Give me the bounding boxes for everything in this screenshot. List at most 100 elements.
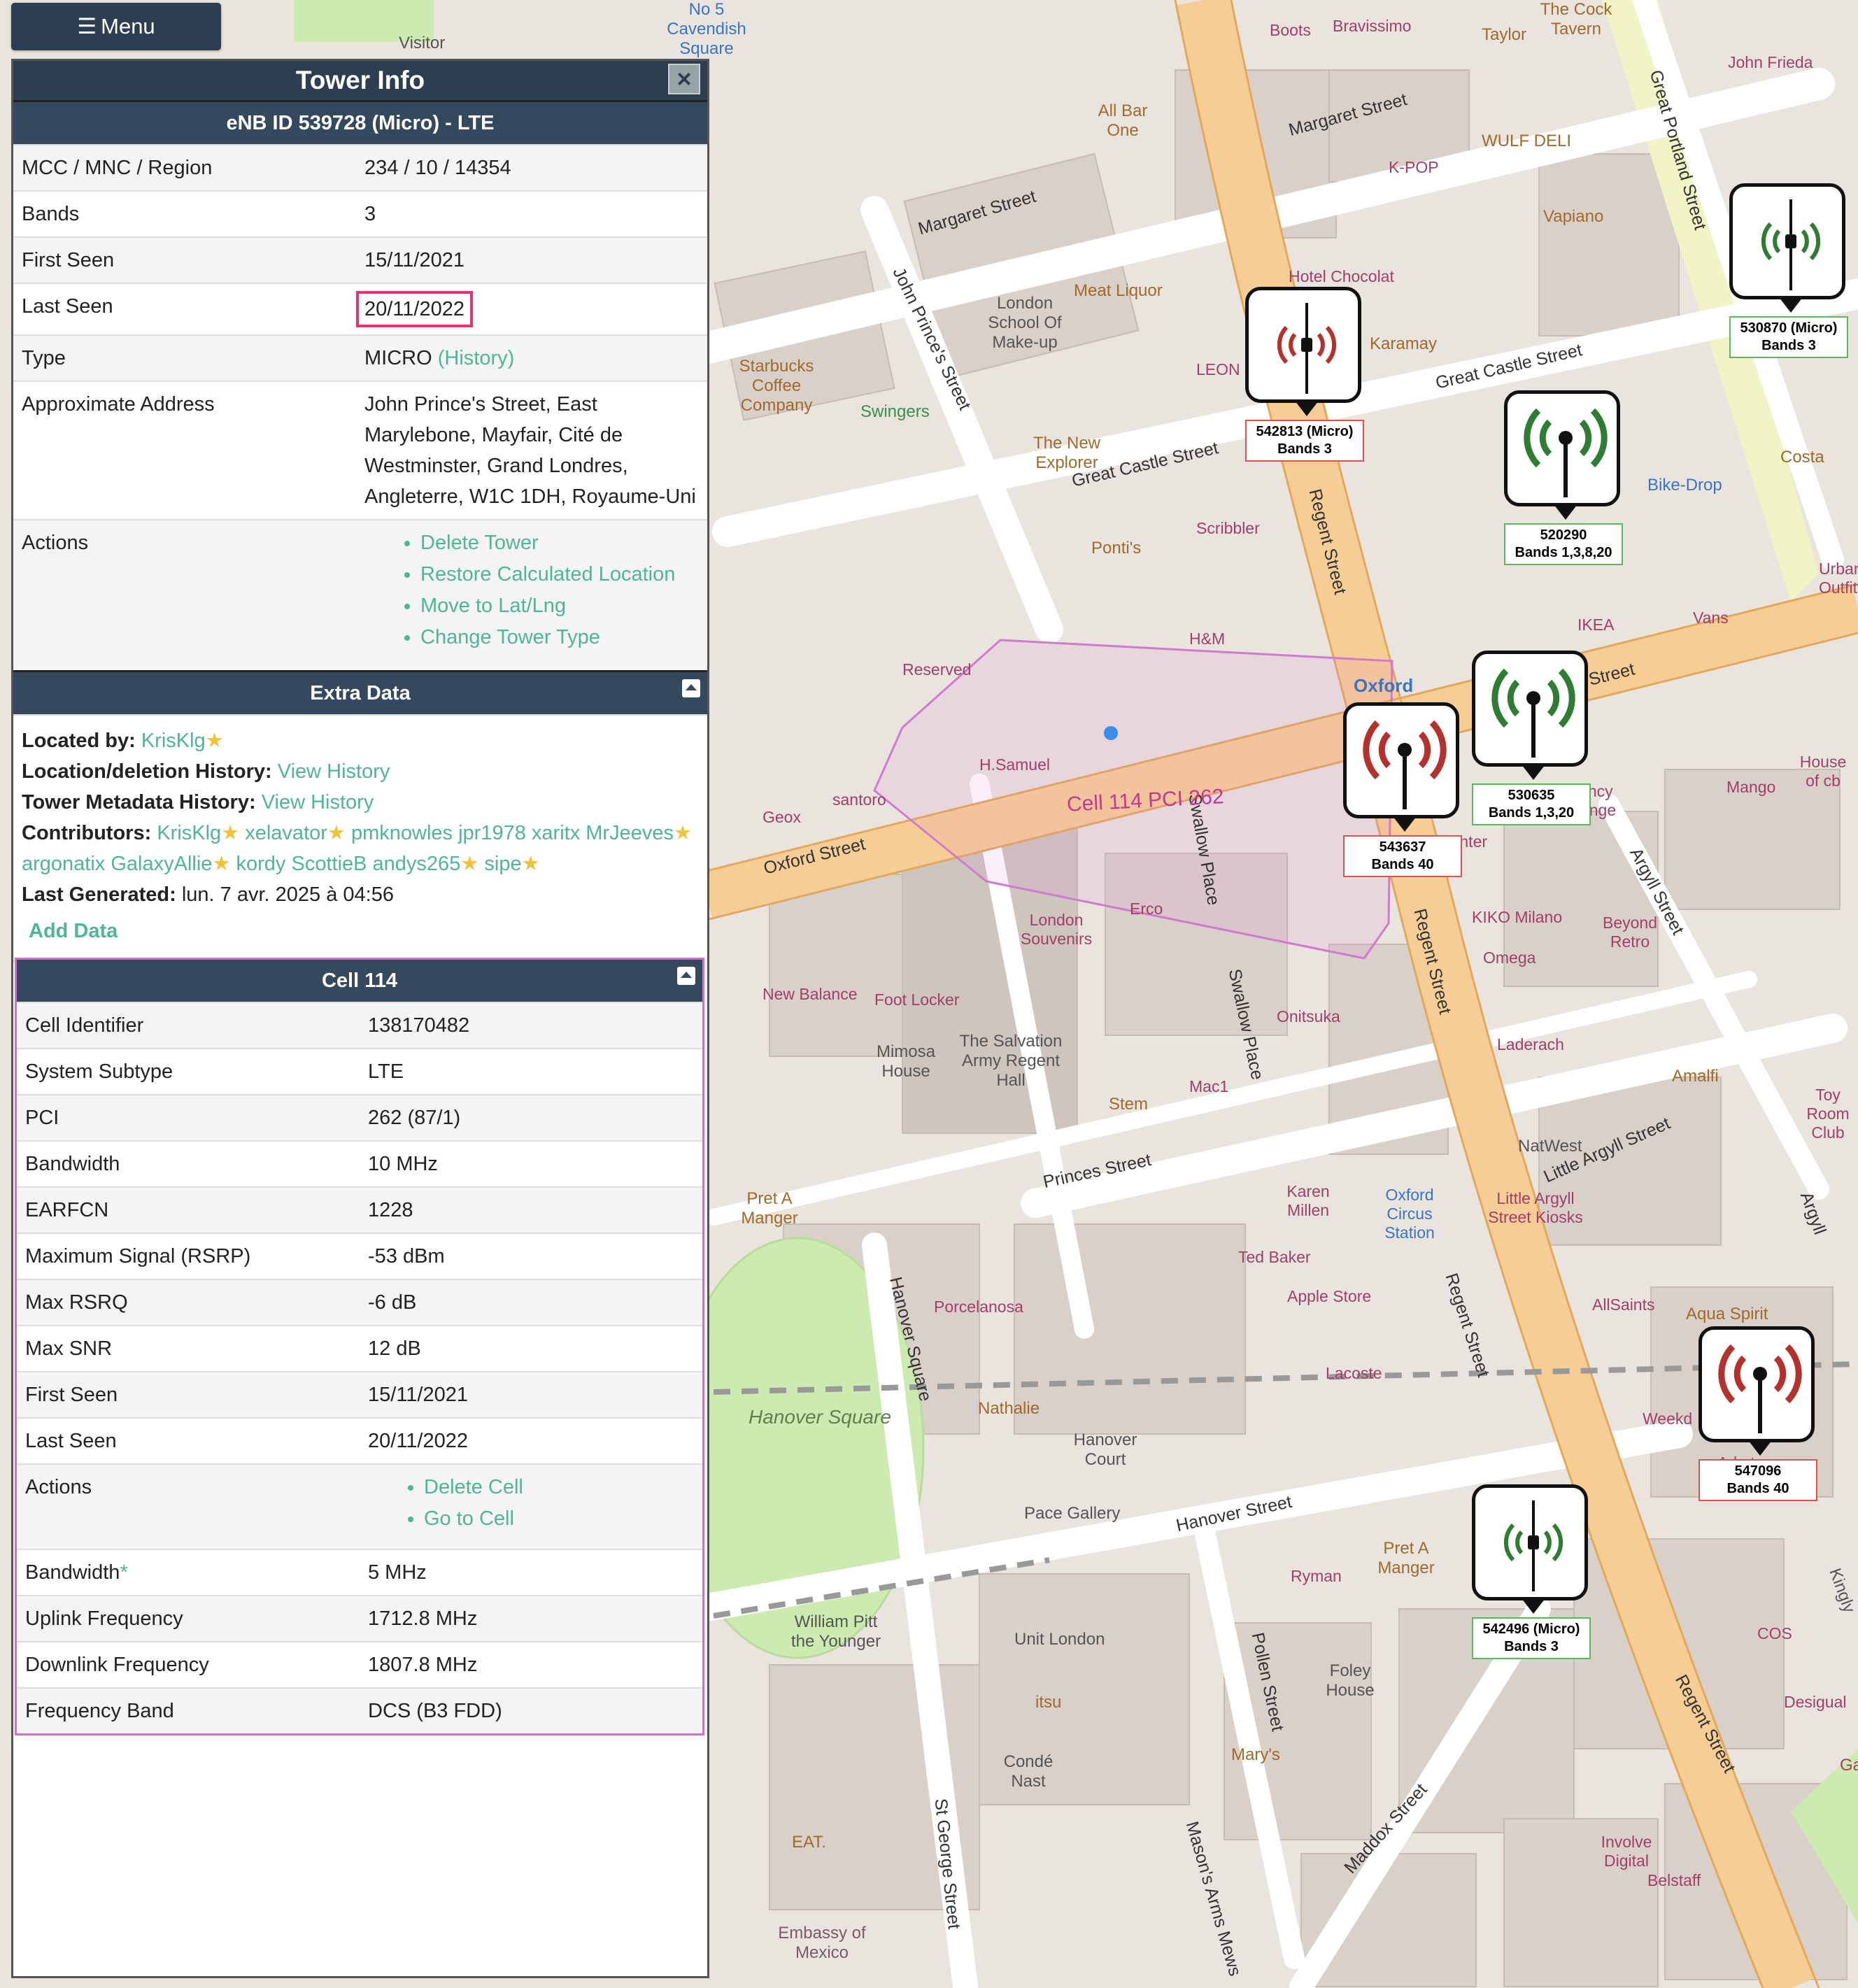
hamburger-icon: ☰ <box>77 14 97 38</box>
move-to-latlng-link[interactable]: Move to Lat/Lng <box>420 590 702 622</box>
contributor-link[interactable]: ScottieB <box>291 853 367 875</box>
place-label: Unit London <box>1014 1630 1105 1649</box>
place-label: Geox <box>763 808 801 826</box>
marker-bands-label: Bands 3 <box>1504 1639 1559 1654</box>
tower-info-panel: Tower Info × eNB ID 539728 (Micro) - LTE… <box>11 59 709 1978</box>
restore-location-link[interactable]: Restore Calculated Location <box>420 559 702 590</box>
tower-marker-530635[interactable]: 530635 Bands 1,3,20 <box>1472 651 1591 825</box>
row-key: Last Seen <box>13 283 359 335</box>
row-value: 262 (87/1) <box>362 1094 702 1141</box>
row-key: Approximate Address <box>13 381 359 520</box>
tower-icon <box>1761 199 1821 290</box>
row-key: Bandwidth <box>17 1140 362 1187</box>
tower-marker-542813[interactable]: 542813 (Micro) Bands 3 <box>1245 287 1364 462</box>
contributor-link[interactable]: xelavator <box>245 822 327 844</box>
delete-tower-link[interactable]: Delete Tower <box>420 527 702 559</box>
place-label: Belstaff <box>1647 1871 1701 1889</box>
place-label: EAT. <box>792 1833 826 1852</box>
place-label: Starbucks Coffee Company <box>739 357 814 415</box>
row-value: John Prince's Street, East Marylebone, M… <box>359 381 707 520</box>
contributor-link[interactable]: argonatix <box>22 853 105 875</box>
place-label: Beyond Retro <box>1602 914 1657 951</box>
last-generated-value: lun. 7 avr. 2025 à 04:56 <box>181 883 394 906</box>
contributor-link[interactable]: kordy <box>236 853 286 875</box>
marker-id-label: 543637 <box>1379 839 1426 855</box>
table-row: Last Seen 20/11/2022 <box>13 283 707 335</box>
delete-cell-link[interactable]: Delete Cell <box>424 1472 697 1503</box>
tower-marker-547096[interactable]: 547096 Bands 40 <box>1699 1326 1817 1501</box>
asterisk-link[interactable]: * <box>120 1561 127 1584</box>
place-label: Bike-Drop <box>1647 476 1722 495</box>
contributor-link[interactable]: xaritx <box>532 822 580 844</box>
star-icon: ★ <box>521 853 540 875</box>
place-label: Desigual <box>1784 1693 1847 1711</box>
place-label: Pret A Manger <box>741 1189 798 1228</box>
tower-icon <box>1277 303 1337 394</box>
table-row: Actions Delete Cell Go to Cell <box>17 1463 702 1549</box>
extra-data-body: Located by: KrisKlg★ Location/deletion H… <box>13 714 707 958</box>
contributor-link[interactable]: GalaxyAllie <box>111 853 212 875</box>
tower-header-label: eNB ID 539728 (Micro) - LTE <box>226 111 495 134</box>
place-label: Nathalie <box>978 1399 1040 1418</box>
table-row: Type MICRO (History) <box>13 334 707 381</box>
place-label: Aqua Spirit <box>1686 1305 1768 1323</box>
row-key: Frequency Band <box>17 1687 362 1733</box>
place-label: Urban Outfitters <box>1819 560 1858 597</box>
place-label: Little Argyll Street Kiosks <box>1488 1189 1583 1226</box>
place-label: KIKO Milano <box>1472 908 1563 926</box>
place-label: Omega <box>1483 949 1536 967</box>
row-value: MICRO <box>364 347 432 369</box>
place-label: Foot Locker <box>874 991 960 1009</box>
table-row: EARFCN 1228 <box>17 1186 702 1233</box>
menu-button[interactable]: ☰ Menu <box>11 3 221 50</box>
location-history-link[interactable]: View History <box>278 760 390 783</box>
row-key: Bandwidth <box>25 1561 120 1584</box>
row-key: Maximum Signal (RSRP) <box>17 1233 362 1279</box>
row-key: Last Seen <box>17 1417 362 1464</box>
marker-bands-label: Bands 1,3,20 <box>1488 805 1575 821</box>
star-icon: ★ <box>212 853 231 875</box>
marker-id-label: 520290 <box>1540 527 1587 543</box>
tower-icon <box>1491 668 1575 758</box>
row-key: MCC / MNC / Region <box>13 144 359 191</box>
close-icon: × <box>676 64 692 93</box>
row-value: -6 dB <box>362 1279 702 1326</box>
contributor-link[interactable]: sipe <box>484 853 521 875</box>
place-label: WULF DELI <box>1482 132 1572 150</box>
go-to-cell-link[interactable]: Go to Cell <box>424 1503 697 1535</box>
tower-marker-530870[interactable]: 530870 (Micro) Bands 3 <box>1729 183 1848 358</box>
place-label: Weekd <box>1643 1410 1693 1428</box>
close-button[interactable]: × <box>668 64 700 94</box>
cell-header[interactable]: Cell 114 <box>17 958 702 1002</box>
table-row: Max SNR 12 dB <box>17 1325 702 1372</box>
place-label: Reserved <box>902 660 972 679</box>
tower-marker-520290[interactable]: 520290 Bands 1,3,8,20 <box>1504 390 1623 565</box>
metadata-history-link[interactable]: View History <box>262 791 374 814</box>
collapse-icon[interactable] <box>677 967 695 985</box>
place-label: William Pitt the Younger <box>790 1612 881 1651</box>
change-tower-type-link[interactable]: Change Tower Type <box>420 622 702 653</box>
place-label: Porcelanosa <box>934 1298 1023 1316</box>
row-key: Cell Identifier <box>17 1002 362 1049</box>
located-by-user-link[interactable]: KrisKlg <box>141 730 206 752</box>
collapse-icon[interactable] <box>682 679 700 697</box>
place-label: Meat Liquor <box>1074 281 1163 300</box>
add-data-link[interactable]: Add Data <box>29 910 699 952</box>
table-row: MCC / MNC / Region 234 / 10 / 14354 <box>13 144 707 191</box>
place-label: Erco <box>1130 900 1163 918</box>
contributor-link[interactable]: pmknowles <box>351 822 453 844</box>
table-row: Last Seen 20/11/2022 <box>17 1417 702 1464</box>
extra-data-header[interactable]: Extra Data <box>13 670 707 714</box>
row-value: LTE <box>362 1048 702 1095</box>
contributor-link[interactable]: andys265 <box>373 853 461 875</box>
marker-bands-label: Bands 40 <box>1371 857 1434 872</box>
row-value: 138170482 <box>362 1002 702 1049</box>
contributor-link[interactable]: MrJeeves <box>586 822 674 844</box>
contributor-link[interactable]: KrisKlg <box>157 822 221 844</box>
tower-marker-543637[interactable]: 543637 Bands 40 <box>1343 702 1462 877</box>
contributor-link[interactable]: jpr1978 <box>458 822 526 844</box>
meta-history-label: Tower Metadata History: <box>22 791 256 814</box>
tower-marker-542496[interactable]: 542496 (Micro) Bands 3 <box>1472 1484 1591 1659</box>
type-history-link[interactable]: (History) <box>438 347 515 369</box>
place-label: Involve Digital <box>1601 1833 1652 1870</box>
